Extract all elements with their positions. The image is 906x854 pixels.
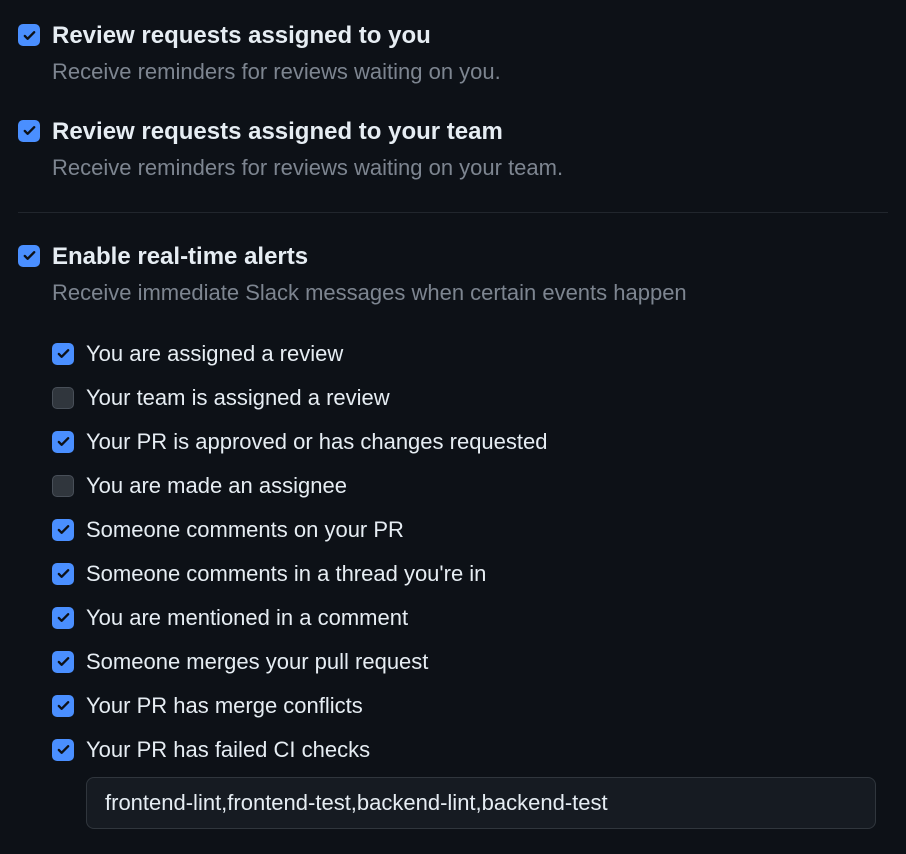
alert-label: Your PR has merge conflicts bbox=[86, 693, 363, 719]
alert-item-made-assignee: You are made an assignee bbox=[52, 473, 888, 499]
option-description: Receive reminders for reviews waiting on… bbox=[52, 153, 888, 184]
checkbox-comments-thread[interactable] bbox=[52, 563, 74, 585]
check-icon bbox=[22, 28, 37, 43]
checkbox-comments-pr[interactable] bbox=[52, 519, 74, 541]
check-icon bbox=[56, 434, 71, 449]
alert-label: Someone merges your pull request bbox=[86, 649, 428, 675]
alert-item-mentioned: You are mentioned in a comment bbox=[52, 605, 888, 631]
alert-label: Your PR is approved or has changes reque… bbox=[86, 429, 547, 455]
check-icon bbox=[56, 522, 71, 537]
alert-item-failed-ci: Your PR has failed CI checks bbox=[52, 737, 888, 763]
alert-item-merge-conflicts: Your PR has merge conflicts bbox=[52, 693, 888, 719]
checkbox-merge-conflicts[interactable] bbox=[52, 695, 74, 717]
check-icon bbox=[22, 248, 37, 263]
alert-label: Someone comments on your PR bbox=[86, 517, 404, 543]
alert-item-pr-approved: Your PR is approved or has changes reque… bbox=[52, 429, 888, 455]
option-review-requests-you: Review requests assigned to you Receive … bbox=[18, 20, 888, 88]
ci-checks-input-wrapper bbox=[86, 777, 888, 829]
option-content: Review requests assigned to your team Re… bbox=[52, 116, 888, 184]
checkbox-team-assigned-review[interactable] bbox=[52, 387, 74, 409]
check-icon bbox=[56, 698, 71, 713]
checkbox-failed-ci[interactable] bbox=[52, 739, 74, 761]
ci-checks-input[interactable] bbox=[86, 777, 876, 829]
check-icon bbox=[56, 654, 71, 669]
check-icon bbox=[56, 742, 71, 757]
option-content: Enable real-time alerts Receive immediat… bbox=[52, 241, 888, 309]
option-review-requests-team: Review requests assigned to your team Re… bbox=[18, 116, 888, 184]
alert-label: Your PR has failed CI checks bbox=[86, 737, 370, 763]
checkbox-mentioned[interactable] bbox=[52, 607, 74, 629]
alert-item-comments-thread: Someone comments in a thread you're in bbox=[52, 561, 888, 587]
option-content: Review requests assigned to you Receive … bbox=[52, 20, 888, 88]
checkbox-realtime-alerts[interactable] bbox=[18, 245, 40, 267]
check-icon bbox=[56, 346, 71, 361]
option-description: Receive immediate Slack messages when ce… bbox=[52, 278, 888, 309]
checkbox-review-requests-team[interactable] bbox=[18, 120, 40, 142]
option-realtime-alerts: Enable real-time alerts Receive immediat… bbox=[18, 241, 888, 309]
option-title: Review requests assigned to you bbox=[52, 20, 888, 51]
alert-label: You are assigned a review bbox=[86, 341, 343, 367]
checkbox-assigned-review[interactable] bbox=[52, 343, 74, 365]
alert-label: Someone comments in a thread you're in bbox=[86, 561, 486, 587]
divider bbox=[18, 212, 888, 213]
checkbox-merges-pr[interactable] bbox=[52, 651, 74, 673]
alert-item-comments-pr: Someone comments on your PR bbox=[52, 517, 888, 543]
alert-label: You are made an assignee bbox=[86, 473, 347, 499]
alert-item-merges-pr: Someone merges your pull request bbox=[52, 649, 888, 675]
alert-label: Your team is assigned a review bbox=[86, 385, 390, 411]
option-description: Receive reminders for reviews waiting on… bbox=[52, 57, 888, 88]
check-icon bbox=[56, 566, 71, 581]
option-title: Enable real-time alerts bbox=[52, 241, 888, 272]
alert-label: You are mentioned in a comment bbox=[86, 605, 408, 631]
check-icon bbox=[56, 610, 71, 625]
checkbox-pr-approved[interactable] bbox=[52, 431, 74, 453]
check-icon bbox=[22, 123, 37, 138]
option-title: Review requests assigned to your team bbox=[52, 116, 888, 147]
alerts-list: You are assigned a review Your team is a… bbox=[18, 341, 888, 829]
alert-item-team-assigned-review: Your team is assigned a review bbox=[52, 385, 888, 411]
checkbox-made-assignee[interactable] bbox=[52, 475, 74, 497]
alert-item-assigned-review: You are assigned a review bbox=[52, 341, 888, 367]
checkbox-review-requests-you[interactable] bbox=[18, 24, 40, 46]
